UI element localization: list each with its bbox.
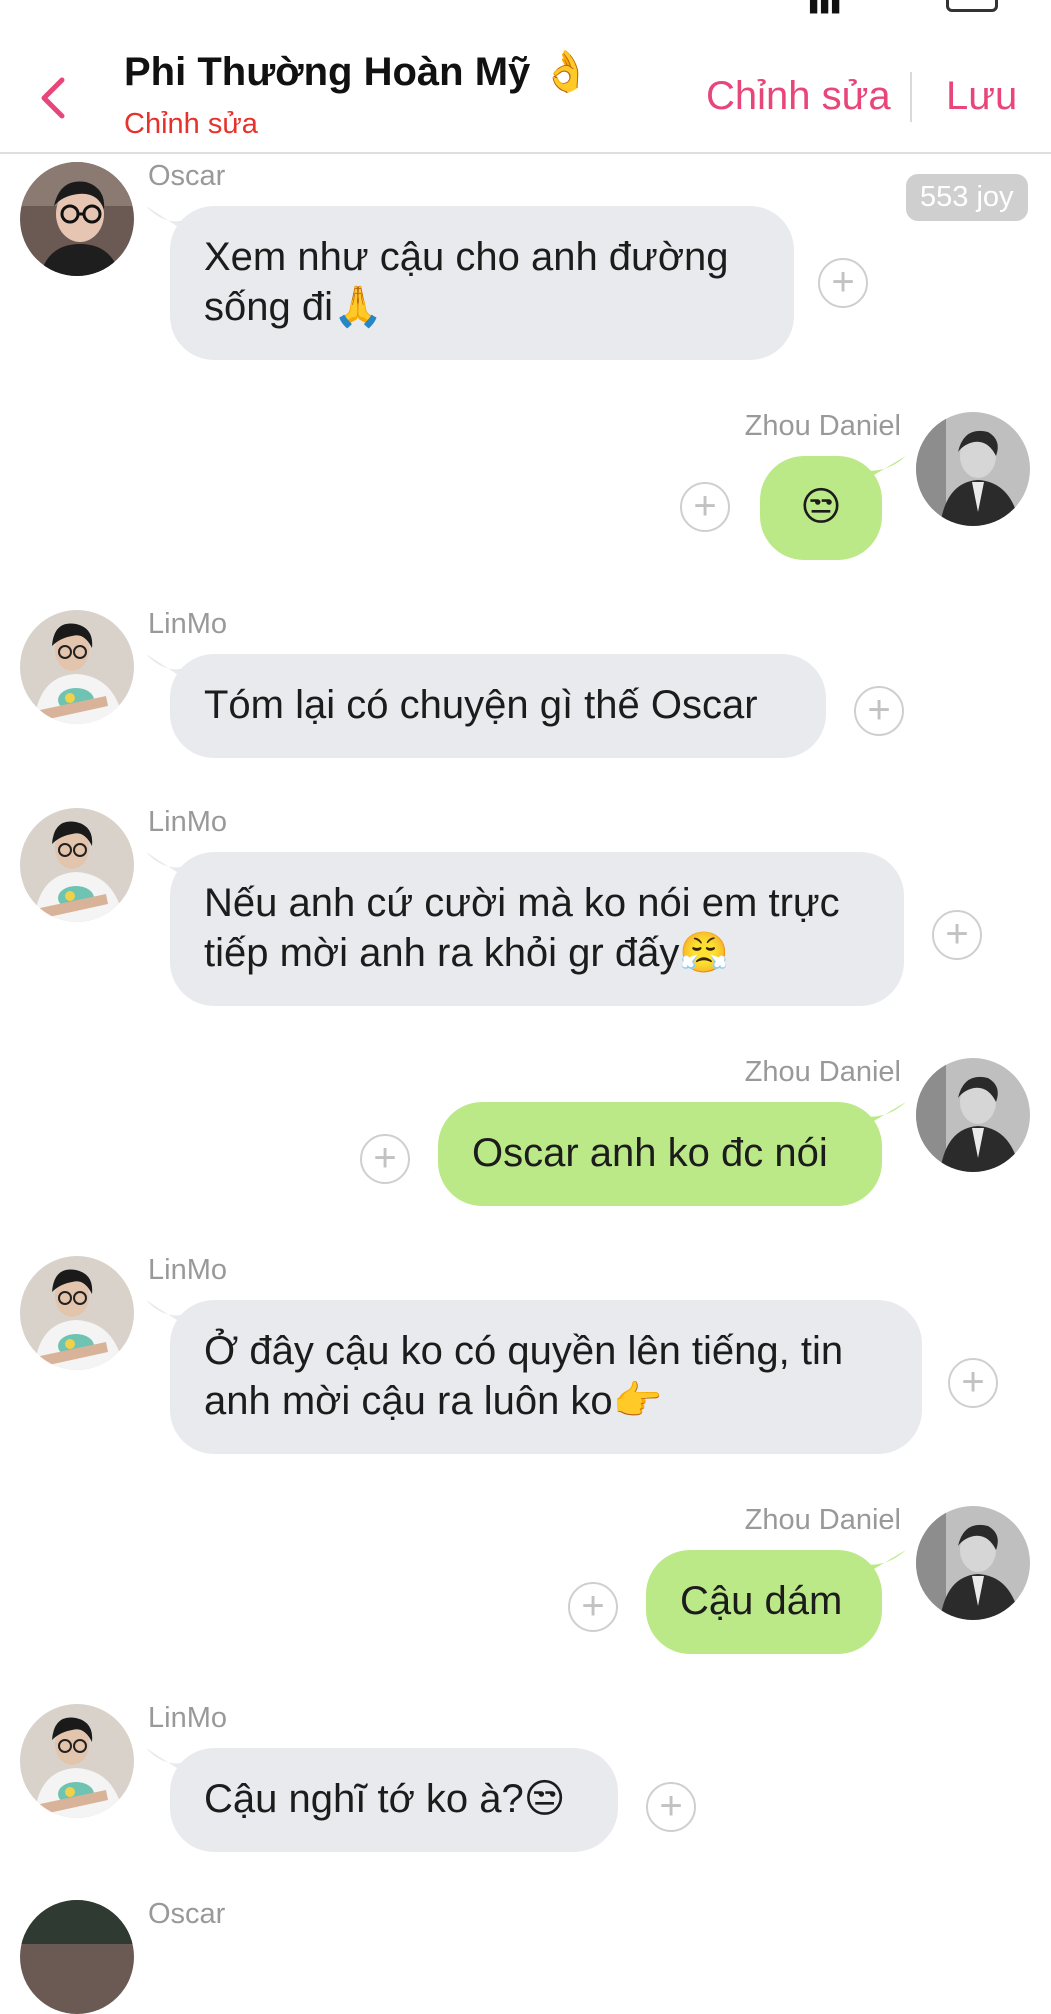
add-reaction-button[interactable]: + [854, 686, 904, 736]
plus-icon: + [831, 260, 855, 304]
sender-name: Oscar [148, 1898, 226, 1930]
edit-button[interactable]: Chỉnh sửa [706, 74, 891, 119]
avatar-zhou-daniel[interactable] [916, 1058, 1030, 1172]
sender-name: Oscar [148, 160, 226, 192]
message-bubble[interactable]: Xem như cậu cho anh đường sống đi🙏 [170, 206, 794, 360]
avatar-linmo[interactable] [20, 610, 134, 724]
plus-icon: + [581, 1584, 605, 1628]
message-bubble[interactable]: Nếu anh cứ cười mà ko nói em trực tiếp m… [170, 852, 904, 1006]
message-line: Cậu dám [680, 1579, 843, 1623]
avatar-oscar[interactable] [20, 1900, 134, 2014]
avatar-zhou-daniel[interactable] [916, 412, 1030, 526]
message-line: Ở đây cậu ko có quyền lên tiếng, tin [204, 1329, 844, 1373]
plus-icon: + [373, 1136, 397, 1180]
sender-name: LinMo [148, 1254, 227, 1286]
message-line: 😒 [800, 484, 842, 530]
message-bubble[interactable]: Cậu dám [646, 1550, 882, 1654]
joy-badge: 553 joy [906, 174, 1028, 221]
chevron-left-icon [41, 77, 65, 119]
add-reaction-button[interactable]: + [932, 910, 982, 960]
message-line: Oscar anh ko đc nói [472, 1131, 828, 1175]
message-line: Nếu anh cứ cười mà ko nói em trực [204, 881, 840, 925]
add-reaction-button[interactable]: + [948, 1358, 998, 1408]
message-bubble[interactable]: Tóm lại có chuyện gì thế Oscar [170, 654, 826, 758]
signal-icon: ▮▮▮ [808, 0, 842, 16]
chat-header: Phi Thường Hoàn Mỹ 👌 Chỉnh sửa Chỉnh sửa… [0, 18, 1051, 154]
avatar-zhou-daniel[interactable] [916, 1506, 1030, 1620]
add-reaction-button[interactable]: + [646, 1782, 696, 1832]
message-line: Cậu nghĩ tớ ko à?😒 [204, 1777, 566, 1821]
battery-icon [946, 0, 998, 12]
avatar-linmo[interactable] [20, 808, 134, 922]
message-bubble[interactable]: 😒 [760, 456, 882, 560]
avatar-linmo[interactable] [20, 1704, 134, 1818]
sender-name: Zhou Daniel [744, 1056, 901, 1088]
sender-name: LinMo [148, 1702, 227, 1734]
message-bubble[interactable]: Cậu nghĩ tớ ko à?😒 [170, 1748, 618, 1852]
add-reaction-button[interactable]: + [568, 1582, 618, 1632]
plus-icon: + [961, 1360, 985, 1404]
add-reaction-button[interactable]: + [818, 258, 868, 308]
plus-icon: + [867, 688, 891, 732]
status-bar: ▮▮▮ [0, 0, 1051, 18]
message-line: anh mời cậu ra luôn ko👉 [204, 1379, 663, 1423]
chat-subtitle[interactable]: Chỉnh sửa [124, 108, 258, 141]
header-divider [910, 72, 912, 122]
sender-name: Zhou Daniel [744, 1504, 901, 1536]
add-reaction-button[interactable]: + [360, 1134, 410, 1184]
sender-name: LinMo [148, 608, 227, 640]
back-button[interactable] [30, 70, 80, 126]
sender-name: Zhou Daniel [744, 410, 901, 442]
plus-icon: + [945, 912, 969, 956]
plus-icon: + [659, 1784, 683, 1828]
plus-icon: + [693, 484, 717, 528]
avatar-oscar[interactable] [20, 162, 134, 276]
save-button[interactable]: Lưu [946, 74, 1017, 119]
message-bubble[interactable]: Oscar anh ko đc nói [438, 1102, 882, 1206]
sender-name: LinMo [148, 806, 227, 838]
message-line: Tóm lại có chuyện gì thế Oscar [204, 683, 758, 727]
message-line: sống đi🙏 [204, 285, 383, 329]
message-bubble[interactable]: Ở đây cậu ko có quyền lên tiếng, tin anh… [170, 1300, 922, 1454]
message-line: tiếp mời anh ra khỏi gr đấy😤 [204, 931, 730, 975]
message-line: Xem như cậu cho anh đường [204, 235, 729, 279]
avatar-linmo[interactable] [20, 1256, 134, 1370]
chat-title: Phi Thường Hoàn Mỹ 👌 [124, 50, 592, 94]
add-reaction-button[interactable]: + [680, 482, 730, 532]
